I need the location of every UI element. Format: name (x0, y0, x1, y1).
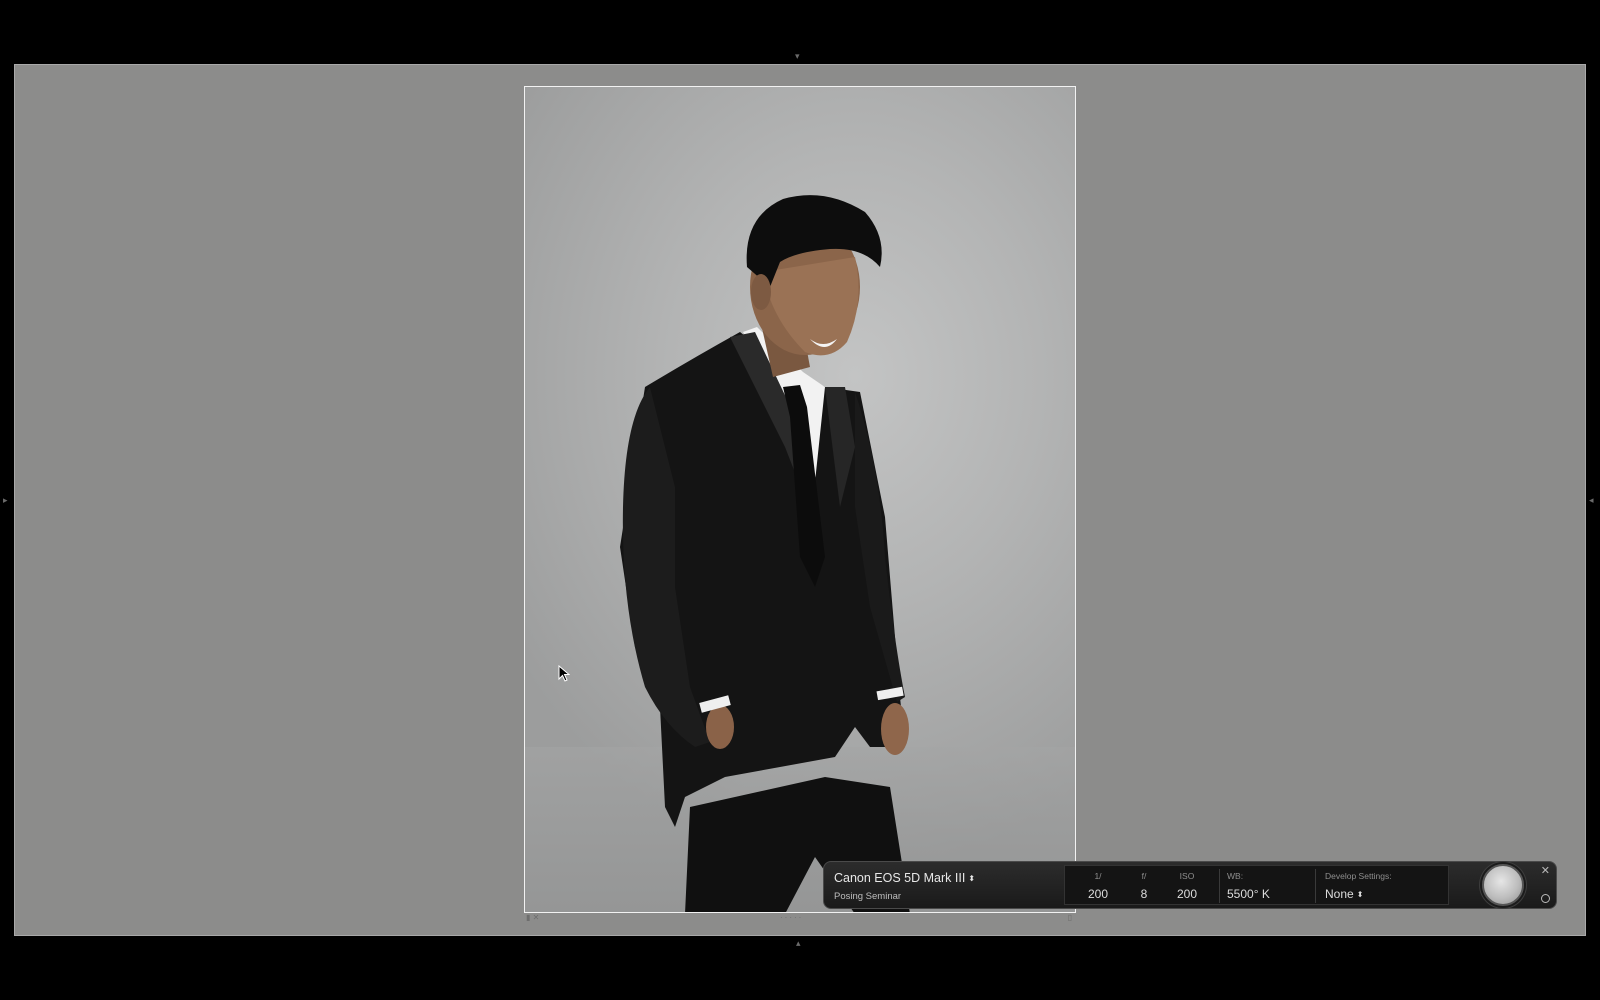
photo-footer-bar: ▮ ✕ ····· ▯ (524, 913, 1076, 923)
session-name: Posing Seminar (834, 891, 902, 902)
white-balance-field: WB: 5500° K (1227, 866, 1307, 904)
tether-capture-bar: Canon EOS 5D Mark III ⬍ Posing Seminar 1/… (823, 861, 1557, 909)
white-balance-label: WB: (1227, 871, 1244, 881)
rating-dots[interactable]: ····· (780, 913, 803, 922)
shutter-speed-value: 200 (1087, 887, 1109, 901)
aperture-value: 8 (1140, 887, 1148, 901)
right-panel-toggle-icon[interactable]: ◂ (1589, 496, 1594, 505)
man-in-suit-photo (525, 195, 1075, 912)
capture-shutter-button[interactable] (1482, 864, 1524, 906)
white-balance-value: 5500° K (1227, 887, 1270, 901)
tether-settings-icon[interactable] (1541, 894, 1550, 903)
develop-settings-value[interactable]: None (1325, 887, 1354, 901)
shutter-speed-label: 1/ (1094, 871, 1102, 881)
camera-info[interactable]: Canon EOS 5D Mark III ⬍ Posing Seminar (834, 862, 1064, 908)
close-icon[interactable]: ✕ (1541, 864, 1550, 877)
camera-settings-panel: 1/ 200 f/ 8 ISO 200 WB: 5500° K Develop … (1064, 865, 1449, 905)
flag-icon[interactable]: ▮ ✕ (526, 913, 539, 922)
top-panel-toggle-icon[interactable]: ▾ (795, 52, 800, 61)
divider (1315, 869, 1316, 903)
iso-field: ISO 200 (1165, 866, 1209, 904)
aperture-label: f/ (1141, 871, 1147, 881)
develop-settings-field[interactable]: Develop Settings: None ⬍ (1325, 866, 1443, 904)
color-label-icon[interactable]: ▯ (1068, 913, 1072, 922)
camera-name: Canon EOS 5D Mark III (834, 871, 966, 885)
iso-label: ISO (1179, 871, 1195, 881)
shutter-speed-field: 1/ 200 (1073, 866, 1123, 904)
mouse-cursor-icon (558, 665, 570, 682)
divider (1219, 869, 1220, 903)
develop-settings-caret-icon[interactable]: ⬍ (1357, 890, 1364, 899)
left-panel-toggle-icon[interactable]: ▸ (3, 496, 8, 505)
photo-preview[interactable] (524, 86, 1076, 913)
camera-select-caret-icon[interactable]: ⬍ (968, 874, 975, 883)
bottom-panel-toggle-icon[interactable]: ▴ (796, 939, 801, 948)
iso-value: 200 (1176, 887, 1198, 901)
develop-settings-label: Develop Settings: (1325, 871, 1392, 881)
aperture-field: f/ 8 (1123, 866, 1165, 904)
